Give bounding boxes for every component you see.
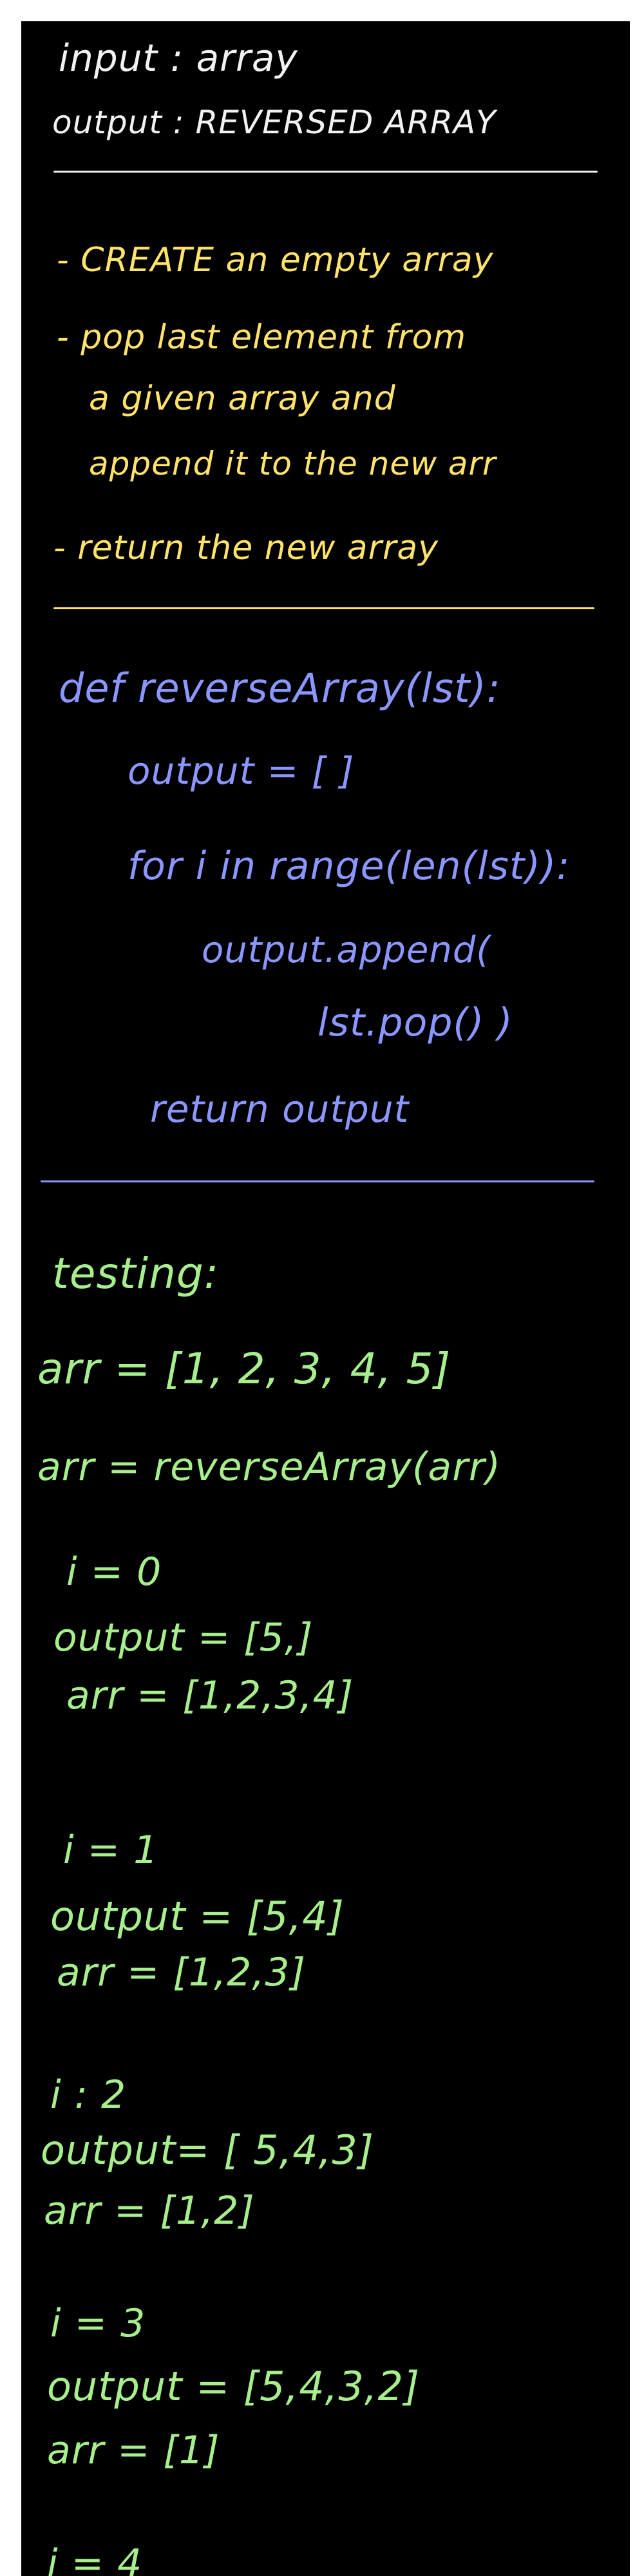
iteration-1-i: i = 1 [63, 1828, 159, 1873]
code-line-return: return output [150, 1087, 410, 1131]
whiteboard: input : array output : REVERSED ARRAY - … [21, 21, 630, 2576]
iteration-2-output: output= [ 5,4,3] [41, 2126, 374, 2174]
algorithm-step-2-cont-2: append it to the new arr [89, 445, 497, 482]
divider-header [53, 171, 598, 173]
iteration-1-arr: arr = [1,2,3] [57, 1950, 307, 1995]
iteration-1-output: output = [5,4] [50, 1893, 345, 1940]
algorithm-step-2-cont-1: a given array and [89, 379, 396, 418]
code-line-append: output.append( [202, 929, 491, 971]
iteration-0-output: output = [5,] [53, 1615, 314, 1660]
iteration-3-i: i = 3 [50, 2301, 146, 2346]
iteration-3-arr: arr = [1] [47, 2428, 220, 2473]
testing-title: testing: [52, 1249, 220, 1298]
testing-call: arr = reverseArray(arr) [37, 1444, 501, 1490]
testing-arr-init: arr = [1, 2, 3, 4, 5] [37, 1344, 451, 1394]
output-label: output : REVERSED ARRAY [52, 104, 497, 141]
iteration-4-i: i = 4 [47, 2541, 143, 2576]
iteration-2-arr: arr = [1,2] [44, 2188, 255, 2233]
algorithm-step-3: - return the new array [53, 529, 439, 567]
iteration-3-output: output = [5,4,3,2] [47, 2363, 421, 2410]
iteration-0-arr: arr = [1,2,3,4] [66, 1673, 354, 1718]
code-line-for: for i in range(len(lst)): [128, 844, 571, 889]
code-line-output-init: output = [ ] [128, 749, 355, 793]
iteration-0-i: i = 0 [66, 1549, 162, 1595]
code-line-pop: lst.pop() ) [317, 1000, 513, 1045]
divider-algorithm [53, 607, 594, 609]
divider-code [41, 1180, 594, 1182]
input-label: input : array [59, 36, 298, 80]
iteration-2-i: i : 2 [50, 2072, 127, 2117]
algorithm-step-2: - pop last element from [57, 318, 467, 357]
algorithm-step-1: - CREATE an empty array [57, 241, 494, 279]
code-line-def: def reverseArray(lst): [59, 665, 501, 712]
